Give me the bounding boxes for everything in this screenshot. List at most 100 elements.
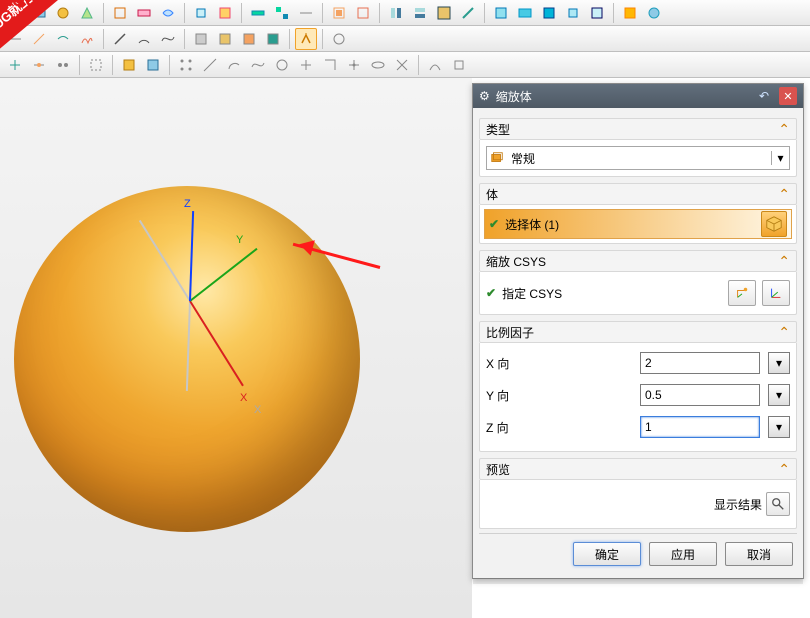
watermark-logo: 9SUG bbox=[0, 0, 39, 11]
collapse-icon: ⌃ bbox=[778, 121, 790, 138]
active-tool-icon[interactable] bbox=[295, 28, 317, 50]
tool-icon[interactable] bbox=[643, 2, 665, 24]
x-scale-dropdown[interactable]: ▾ bbox=[768, 352, 790, 374]
apply-button[interactable]: 应用 bbox=[649, 542, 717, 566]
tool-icon[interactable] bbox=[109, 2, 131, 24]
tool-icon[interactable] bbox=[238, 28, 260, 50]
specify-csys-label: 指定 CSYS bbox=[502, 285, 562, 302]
axis-z-label: Z bbox=[184, 198, 191, 210]
collapse-icon: ⌃ bbox=[778, 461, 790, 478]
tool-icon[interactable] bbox=[352, 2, 374, 24]
sketch-arc-icon[interactable] bbox=[223, 54, 245, 76]
csys-dialog-icon[interactable] bbox=[728, 280, 756, 306]
select-body-row[interactable]: ✔ 选择体 (1) bbox=[484, 209, 792, 239]
csys-picker-icon[interactable] bbox=[762, 280, 790, 306]
tool-icon[interactable] bbox=[538, 2, 560, 24]
tool-icon[interactable] bbox=[448, 54, 470, 76]
tool-icon[interactable] bbox=[562, 2, 584, 24]
tool-icon[interactable] bbox=[271, 54, 293, 76]
type-icon bbox=[487, 151, 507, 165]
tool-icon[interactable] bbox=[385, 2, 407, 24]
type-value: 常规 bbox=[507, 150, 771, 167]
y-scale-label: Y 向 bbox=[486, 387, 526, 404]
coordinate-system[interactable]: Z Y X X bbox=[190, 300, 191, 301]
tool-icon[interactable] bbox=[262, 28, 284, 50]
tool-icon[interactable] bbox=[328, 28, 350, 50]
tool-icon[interactable] bbox=[52, 2, 74, 24]
z-scale-dropdown[interactable]: ▾ bbox=[768, 416, 790, 438]
toolbar-row-3 bbox=[0, 52, 810, 78]
tool-icon[interactable] bbox=[52, 28, 74, 50]
tool-icon[interactable] bbox=[295, 2, 317, 24]
tool-icon[interactable] bbox=[4, 54, 26, 76]
sketch-spline-icon[interactable] bbox=[157, 28, 179, 50]
tool-icon[interactable] bbox=[271, 2, 293, 24]
cancel-button[interactable]: 取消 bbox=[725, 542, 793, 566]
toolbar-row-2 bbox=[0, 26, 810, 52]
x-scale-label: X 向 bbox=[486, 355, 526, 372]
sketch-line-icon[interactable] bbox=[109, 28, 131, 50]
close-icon[interactable]: ✕ bbox=[779, 87, 797, 105]
tool-icon[interactable] bbox=[76, 2, 98, 24]
tool-icon[interactable] bbox=[247, 2, 269, 24]
check-icon: ✔ bbox=[486, 286, 496, 300]
tool-icon[interactable] bbox=[391, 54, 413, 76]
tool-icon[interactable] bbox=[409, 2, 431, 24]
axis-x-gray-label: X bbox=[254, 404, 261, 416]
collapse-icon: ⌃ bbox=[778, 253, 790, 270]
tool-icon[interactable] bbox=[28, 54, 50, 76]
tool-icon[interactable] bbox=[133, 2, 155, 24]
x-scale-input[interactable] bbox=[640, 352, 760, 374]
sketch-arc-icon[interactable] bbox=[133, 28, 155, 50]
tool-icon[interactable] bbox=[214, 2, 236, 24]
tool-icon[interactable] bbox=[619, 2, 641, 24]
axis-y-label: Y bbox=[236, 234, 243, 246]
undo-icon[interactable]: ↶ bbox=[755, 87, 773, 105]
body-pick-icon[interactable] bbox=[761, 211, 787, 237]
tool-icon[interactable] bbox=[85, 54, 107, 76]
section-body-header[interactable]: 体 ⌃ bbox=[479, 183, 797, 205]
z-scale-label: Z 向 bbox=[486, 419, 526, 436]
tool-icon[interactable] bbox=[328, 2, 350, 24]
sketch-line-icon[interactable] bbox=[199, 54, 221, 76]
z-scale-input[interactable] bbox=[640, 416, 760, 438]
tool-icon[interactable] bbox=[433, 2, 455, 24]
axis-x-label: X bbox=[240, 392, 247, 404]
toolbar-row-1 bbox=[0, 0, 810, 26]
tool-icon[interactable] bbox=[457, 2, 479, 24]
chevron-down-icon[interactable]: ▾ bbox=[771, 151, 789, 165]
tool-icon[interactable] bbox=[586, 2, 608, 24]
tool-icon[interactable] bbox=[319, 54, 341, 76]
section-scale-header[interactable]: 比例因子 ⌃ bbox=[479, 321, 797, 343]
tool-icon[interactable] bbox=[190, 2, 212, 24]
tool-icon[interactable] bbox=[142, 54, 164, 76]
tool-icon[interactable] bbox=[175, 54, 197, 76]
type-select[interactable]: 常规 ▾ bbox=[486, 146, 790, 170]
tool-icon[interactable] bbox=[52, 54, 74, 76]
tool-icon[interactable] bbox=[514, 2, 536, 24]
collapse-icon: ⌃ bbox=[778, 324, 790, 341]
dialog-title: 缩放体 bbox=[496, 88, 532, 105]
tool-icon[interactable] bbox=[118, 54, 140, 76]
tool-icon[interactable] bbox=[157, 2, 179, 24]
section-csys-header[interactable]: 缩放 CSYS ⌃ bbox=[479, 250, 797, 272]
tool-icon[interactable] bbox=[76, 28, 98, 50]
tool-icon[interactable] bbox=[214, 28, 236, 50]
tool-icon[interactable] bbox=[28, 28, 50, 50]
tool-icon[interactable] bbox=[247, 54, 269, 76]
tool-icon[interactable] bbox=[490, 2, 512, 24]
tool-icon[interactable] bbox=[295, 54, 317, 76]
dialog-titlebar[interactable]: ⚙ 缩放体 ↶ ✕ bbox=[473, 84, 803, 108]
y-scale-input[interactable] bbox=[640, 384, 760, 406]
y-scale-dropdown[interactable]: ▾ bbox=[768, 384, 790, 406]
tool-icon[interactable] bbox=[367, 54, 389, 76]
ok-button[interactable]: 确定 bbox=[573, 542, 641, 566]
gear-icon: ⚙ bbox=[479, 89, 490, 103]
tool-icon[interactable] bbox=[343, 54, 365, 76]
viewport-3d[interactable]: Z Y X X bbox=[0, 78, 472, 618]
tool-icon[interactable] bbox=[190, 28, 212, 50]
section-type-header[interactable]: 类型 ⌃ bbox=[479, 118, 797, 140]
tool-icon[interactable] bbox=[424, 54, 446, 76]
section-preview-header[interactable]: 预览 ⌃ bbox=[479, 458, 797, 480]
show-result-button[interactable] bbox=[766, 492, 790, 516]
